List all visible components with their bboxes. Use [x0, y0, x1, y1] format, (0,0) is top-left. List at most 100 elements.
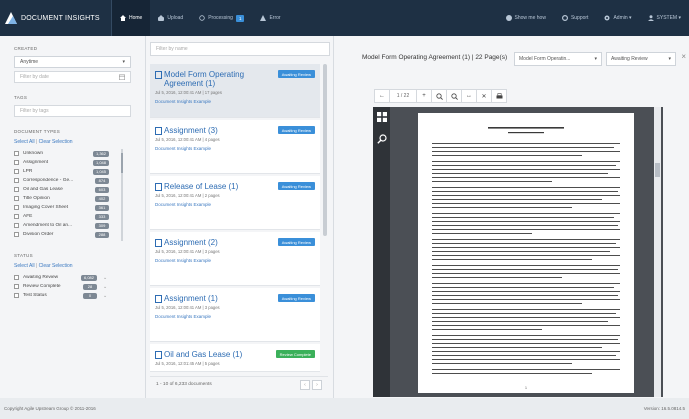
result-client[interactable]: Document Insights Example	[155, 99, 315, 104]
created-select[interactable]: Anytime ▾	[14, 56, 131, 68]
checkbox[interactable]	[14, 293, 19, 298]
doctype-item[interactable]: Imaging Cover Sheet 361	[14, 203, 109, 212]
doctype-item[interactable]: Amendment to Oil an... 309	[14, 221, 109, 230]
checkbox[interactable]	[14, 178, 19, 183]
checkbox[interactable]	[14, 214, 19, 219]
thumbnails-icon[interactable]	[376, 112, 387, 122]
tags-filter-input[interactable]: Filter by tags	[14, 105, 131, 117]
result-card[interactable]: Model Form Operating Agreement (1) Jul 5…	[150, 64, 320, 118]
scrollbar-thumb[interactable]	[655, 163, 660, 177]
nav-user[interactable]: SYSTEM ▾	[640, 0, 689, 36]
document-type-select[interactable]: Model Form Operatin... ▾	[514, 52, 602, 66]
result-title[interactable]: Model Form Operating Agreement (1)	[155, 70, 263, 88]
chevron-down-icon: ▾	[122, 59, 125, 65]
doctype-item[interactable]: Unknown 1,362	[14, 149, 109, 158]
fullscreen-button[interactable]: ✕	[476, 89, 492, 103]
date-filter-input[interactable]: Filter by date	[14, 71, 131, 83]
doctype-item[interactable]: Correspondence - Ge... 874	[14, 176, 109, 185]
doctype-item[interactable]: Title Opinion 402	[14, 194, 109, 203]
status-item[interactable]: Test Status 0 ⌄	[14, 291, 109, 300]
pdf-scrollbar[interactable]	[654, 107, 661, 397]
nav-processing-label: Processing	[208, 15, 233, 21]
result-card[interactable]: Oil and Gas Lease (1) Jul 5, 2016, 12:01…	[150, 344, 320, 372]
checkbox[interactable]	[14, 275, 19, 280]
back-button[interactable]: ←	[374, 89, 390, 103]
add-page-button[interactable]: +	[416, 89, 432, 103]
top-nav: DOCUMENT INSIGHTS Home Upload Processing…	[0, 0, 689, 36]
result-client[interactable]: Document Insights Example	[155, 258, 315, 263]
name-filter-input[interactable]: Filter by name	[150, 42, 330, 56]
result-client[interactable]: Document Insights Example	[155, 146, 315, 151]
checkbox[interactable]	[14, 205, 19, 210]
checkbox[interactable]	[14, 223, 19, 228]
prev-page-button[interactable]: ‹	[300, 379, 310, 390]
result-title[interactable]: Assignment (2)	[155, 238, 263, 247]
result-card[interactable]: Release of Lease (1) Jul 5, 2016, 12:00:…	[150, 176, 320, 230]
checkbox[interactable]	[14, 284, 19, 289]
close-icon[interactable]: ×	[681, 52, 686, 61]
result-meta: Jul 5, 2016, 12:00:41 AM | 2 pages	[155, 193, 220, 198]
chevron-down-icon[interactable]: ⌄	[103, 293, 109, 299]
doctypes-clear-selection[interactable]: Clear Selection	[39, 139, 73, 145]
status-count: 6,082	[80, 274, 97, 281]
chevron-down-icon[interactable]: ⌄	[103, 284, 109, 290]
chevron-down-icon[interactable]: ⌄	[103, 275, 109, 281]
checkbox[interactable]	[14, 187, 19, 192]
nav-show-me-how[interactable]: Show me how	[498, 0, 554, 36]
result-title[interactable]: Oil and Gas Lease (1)	[155, 350, 263, 359]
document-icon	[155, 70, 162, 79]
doctype-count: 1,048	[92, 159, 109, 166]
result-title[interactable]: Release of Lease (1)	[155, 182, 263, 191]
zoom-out-button[interactable]	[446, 89, 462, 103]
status-label: Review Complete	[23, 284, 61, 289]
nav-processing[interactable]: Processing 1	[191, 0, 252, 36]
result-card[interactable]: Assignment (1) Jul 5, 2016, 12:00:41 AM …	[150, 288, 320, 342]
status-badge: Awaiting Review	[277, 126, 315, 134]
upload-icon	[158, 15, 165, 21]
status-item[interactable]: Awaiting Review 6,082 ⌄	[14, 273, 109, 282]
result-card[interactable]: Assignment (2) Jul 5, 2016, 12:00:41 AM …	[150, 232, 320, 286]
doctype-item[interactable]: AFE 333	[14, 212, 109, 221]
print-button[interactable]	[491, 89, 507, 103]
fit-width-button[interactable]: ↔	[461, 89, 477, 103]
result-title[interactable]: Assignment (1)	[155, 294, 263, 303]
result-card[interactable]: Assignment (3) Jul 5, 2016, 12:00:41 AM …	[150, 120, 320, 174]
checkbox[interactable]	[14, 169, 19, 174]
doctype-item[interactable]: Division Order 288	[14, 230, 109, 239]
result-title[interactable]: Assignment (3)	[155, 126, 263, 135]
nav-support[interactable]: Support	[554, 0, 597, 36]
checkbox[interactable]	[14, 160, 19, 165]
pagination-text: 1 - 10 of 6,233 documents	[156, 382, 212, 387]
footer: Copyright Agile Upstream Group © 2011-20…	[0, 398, 689, 419]
review-status-select[interactable]: Awaiting Review ▾	[606, 52, 676, 66]
doctype-item[interactable]: LPR 1,045	[14, 167, 109, 176]
checkbox[interactable]	[14, 151, 19, 156]
status-select-all[interactable]: Select All	[14, 263, 35, 269]
doctype-scrollbar[interactable]	[121, 149, 123, 241]
doctypes-select-all[interactable]: Select All	[14, 139, 35, 145]
nav-home[interactable]: Home	[112, 0, 151, 36]
result-client[interactable]: Document Insights Example	[155, 202, 315, 207]
document-text-lines	[432, 127, 620, 374]
result-meta: Jul 5, 2016, 12:00:41 AM | 3 pages	[155, 249, 220, 254]
doctype-item[interactable]: Oil and Gas Lease 603	[14, 185, 109, 194]
nav-admin[interactable]: Admin ▾	[596, 0, 639, 36]
status-item[interactable]: Review Complete 28 ⌄	[14, 282, 109, 291]
result-client[interactable]: Document Insights Example	[155, 314, 315, 319]
zoom-in-button[interactable]	[431, 89, 447, 103]
status-clear-selection[interactable]: Clear Selection	[39, 263, 73, 269]
checkbox[interactable]	[14, 232, 19, 237]
nav-error[interactable]: Error	[252, 0, 288, 36]
page-indicator[interactable]: 1 / 22	[389, 89, 417, 103]
nav-upload[interactable]: Upload	[150, 0, 191, 36]
doctype-item[interactable]: Assignment 1,048	[14, 158, 109, 167]
checkbox[interactable]	[14, 196, 19, 201]
next-page-button[interactable]: ›	[312, 379, 322, 390]
results-panel: Filter by name Model Form Operating Agre…	[146, 36, 334, 398]
pdf-viewport[interactable]: 1	[373, 107, 663, 397]
search-icon[interactable]	[376, 134, 387, 144]
results-scrollbar[interactable]	[323, 64, 327, 236]
brand[interactable]: DOCUMENT INSIGHTS	[0, 0, 112, 36]
calendar-icon[interactable]	[119, 74, 125, 80]
scrollbar-thumb[interactable]	[121, 153, 123, 173]
